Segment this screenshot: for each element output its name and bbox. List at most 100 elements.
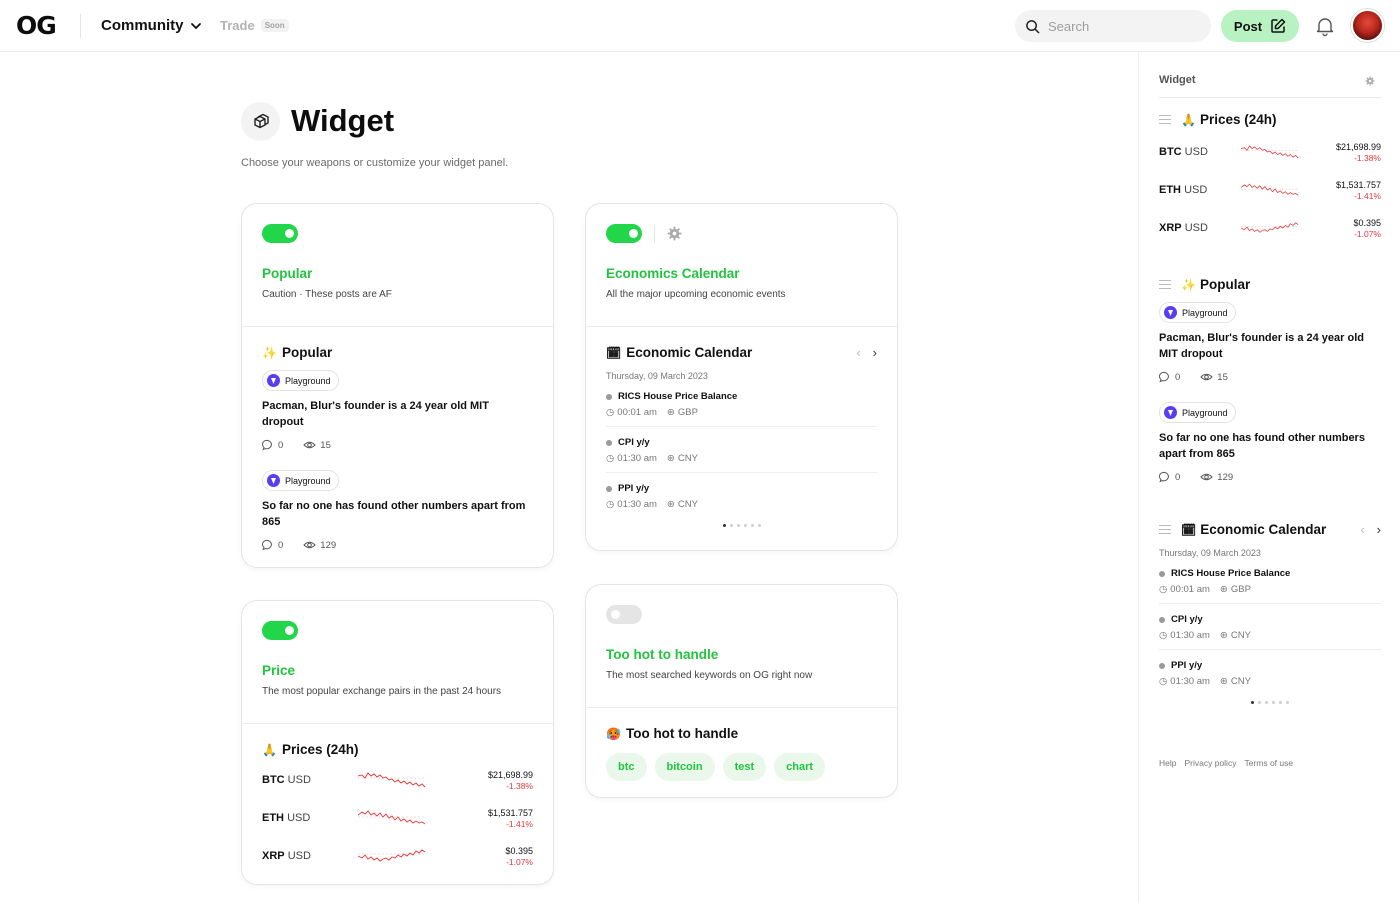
price-change: -1.07% [506, 856, 533, 867]
price-change: -1.07% [1354, 228, 1381, 239]
clock-icon: ◷ [1159, 676, 1168, 687]
edit-icon [1271, 18, 1286, 33]
price-value: $0.395 [505, 845, 533, 856]
signal-icon: ⊛ [1219, 630, 1228, 641]
price-row[interactable]: BTC USD $21,698.99 -1.38% [1159, 133, 1381, 171]
keyword-tag[interactable]: btc [606, 753, 647, 781]
user-avatar[interactable] [1351, 9, 1384, 42]
hot-toggle[interactable] [606, 605, 642, 624]
card-header: Popular Caution · These posts are AF [242, 204, 553, 327]
price-row[interactable]: ETH USD $1,531.757 -1.41% [1159, 171, 1381, 209]
event-time: 01:30 am [617, 499, 657, 510]
pair-base: XRP [262, 850, 285, 862]
section-title: Too hot to handle [625, 726, 739, 741]
post-title[interactable]: So far no one has found other numbers ap… [1159, 430, 1381, 462]
search-input[interactable] [1048, 18, 1188, 34]
chevron-left-icon[interactable]: ‹ [1360, 523, 1364, 536]
list-item: Playground So far no one has found other… [1159, 392, 1381, 483]
sidebar-calendar-widget: 🗓 Economic Calendar ‹ › Thursday, 09 Mar… [1159, 522, 1381, 704]
keyword-tag[interactable]: test [722, 753, 767, 781]
popular-toggle[interactable] [262, 224, 298, 243]
clock-icon: ◷ [606, 453, 615, 464]
event-name: PPI y/y [1171, 660, 1203, 671]
keyword-tag[interactable]: bitcoin [654, 753, 715, 781]
pair-base: XRP [1159, 222, 1182, 234]
pagination-dots[interactable] [606, 524, 877, 527]
event-currency: CNY [1230, 630, 1251, 641]
calendar-preview: 🗓 Economic Calendar ‹ › Thursday, 09 Mar… [586, 327, 897, 527]
view-count: 15 [1217, 371, 1228, 383]
pair-quote: USD [1184, 146, 1208, 158]
card-description: Caution · These posts are AF [262, 289, 392, 300]
drag-handle-icon[interactable] [1159, 280, 1171, 289]
list-item: PPI y/y ◷ 01:30 am ⊛ CNY [606, 473, 877, 518]
price-value: $21,698.99 [1335, 141, 1381, 152]
chevron-left-icon[interactable]: ‹ [856, 346, 860, 359]
page-subtitle: Choose your weapons or customize your wi… [241, 157, 509, 169]
post-title[interactable]: Pacman, Blur's founder is a 24 year old … [1159, 330, 1381, 362]
price-value: $1,531.757 [1335, 179, 1381, 190]
drag-handle-icon[interactable] [1159, 115, 1171, 124]
bell-icon[interactable] [1314, 15, 1336, 37]
price-row[interactable]: BTC USD $21,698.99 -1.38% [262, 761, 533, 799]
privacy-policy-link[interactable]: Privacy policy [1184, 758, 1236, 768]
pair-base: ETH [1159, 184, 1181, 196]
pagination-dots[interactable] [1159, 701, 1381, 704]
chevron-right-icon[interactable]: › [873, 346, 877, 359]
hot-preview: 🥵 Too hot to handle btc bitcoin test cha… [586, 708, 897, 781]
price-toggle[interactable] [262, 621, 298, 640]
post-title[interactable]: Pacman, Blur's founder is a 24 year old … [262, 398, 533, 430]
event-currency: GBP [677, 407, 698, 418]
help-link[interactable]: Help [1159, 758, 1176, 768]
event-time: 00:01 am [1170, 584, 1210, 595]
community-name: Playground [285, 475, 331, 486]
gear-icon[interactable] [1365, 76, 1375, 86]
card-title: Economics Calendar [606, 266, 740, 281]
prices-widget-title: 🙏 Prices (24h) [262, 742, 533, 757]
event-time: 00:01 am [617, 407, 657, 418]
price-row[interactable]: XRP USD $0.395 -1.07% [262, 837, 533, 875]
pair-base: BTC [1159, 146, 1182, 158]
keyword-tag[interactable]: chart [774, 753, 826, 781]
community-pill[interactable]: Playground [262, 370, 339, 391]
playground-icon [267, 374, 280, 387]
sparkline [1241, 183, 1299, 196]
pair-quote: USD [1184, 184, 1208, 196]
community-pill[interactable]: Playground [262, 470, 339, 491]
widget-page-icon [241, 102, 280, 141]
comment-icon [1159, 471, 1169, 483]
price-change: -1.38% [506, 780, 533, 791]
comment-count: 0 [1175, 471, 1181, 483]
post-title[interactable]: So far no one has found other numbers ap… [262, 498, 533, 530]
sparkline [358, 810, 426, 825]
sparkles-icon: ✨ [1181, 277, 1196, 292]
keyword-tags: btc bitcoin test chart [606, 753, 877, 781]
community-label: Community [101, 17, 184, 34]
price-row[interactable]: ETH USD $1,531.757 -1.41% [262, 799, 533, 837]
section-title: Economic Calendar [1200, 522, 1327, 537]
list-item: RICS House Price Balance ◷ 00:01 am ⊛ GBP [606, 381, 877, 427]
view-count: 129 [320, 539, 337, 551]
search-bar[interactable] [1015, 10, 1211, 42]
post-button[interactable]: Post [1221, 10, 1299, 42]
price-change: -1.38% [1354, 152, 1381, 163]
community-pill[interactable]: Playground [1159, 302, 1236, 323]
event-time: 01:30 am [1170, 676, 1210, 687]
gear-icon[interactable] [667, 226, 682, 241]
trade-menu[interactable]: Trade Soon [220, 18, 289, 33]
community-menu[interactable]: Community [101, 17, 202, 34]
sidebar-prices-widget: 🙏 Prices (24h) BTC USD $21,698.99 -1.38% … [1159, 112, 1381, 247]
community-pill[interactable]: Playground [1159, 402, 1236, 423]
section-title: Prices (24h) [281, 742, 359, 757]
drag-handle-icon[interactable] [1159, 525, 1171, 534]
clock-icon: ◷ [1159, 630, 1168, 641]
og-logo[interactable]: OG [16, 12, 57, 40]
economics-toggle[interactable] [606, 224, 642, 243]
price-row[interactable]: XRP USD $0.395 -1.07% [1159, 209, 1381, 247]
chevron-right-icon[interactable]: › [1377, 523, 1381, 536]
card-description: The most searched keywords on OG right n… [606, 670, 813, 681]
terms-of-use-link[interactable]: Terms of use [1244, 758, 1293, 768]
post-stats: 0 129 [262, 539, 533, 551]
calendar-icon: 🗓 [1181, 522, 1197, 537]
chevron-down-icon [190, 22, 201, 29]
